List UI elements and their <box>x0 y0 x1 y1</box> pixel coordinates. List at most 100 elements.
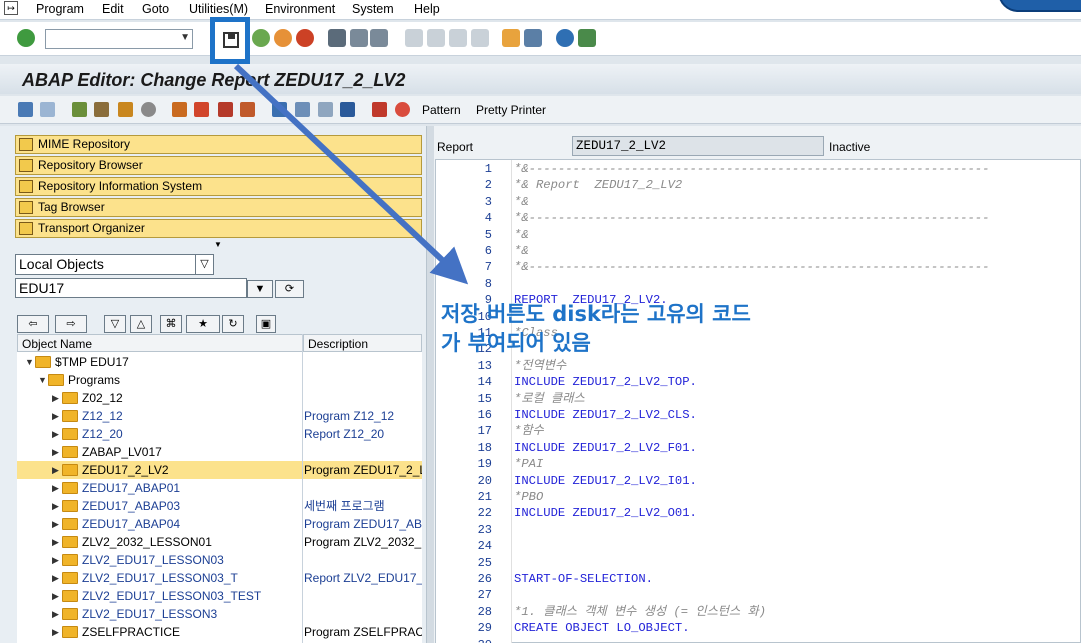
code-line[interactable]: *&--------------------------------------… <box>514 161 989 177</box>
chevron-right-icon[interactable]: ▶ <box>52 461 59 479</box>
chevron-right-icon[interactable]: ▶ <box>52 389 59 407</box>
next-page-icon[interactable] <box>449 29 467 47</box>
code-line[interactable]: INCLUDE ZEDU17_2_LV2_O01. <box>514 505 697 521</box>
object-name-input[interactable]: EDU17 <box>15 278 247 298</box>
chevron-down-icon[interactable]: ▼ <box>25 353 34 371</box>
chevron-right-icon[interactable]: ▶ <box>52 623 59 641</box>
tree-row[interactable]: ▶ ZEDU17_ABAP03 세번째 프로그램 <box>17 497 422 515</box>
where-used-icon[interactable] <box>194 102 209 117</box>
code-line[interactable]: INCLUDE ZEDU17_2_LV2_TOP. <box>514 374 697 390</box>
back-icon[interactable] <box>252 29 270 47</box>
last-page-icon[interactable] <box>471 29 489 47</box>
menu-help[interactable]: Help <box>414 2 440 16</box>
menu-system[interactable]: System <box>352 2 394 16</box>
tree-row[interactable]: ▶ ZABAP_LV017 <box>17 443 422 461</box>
dropdown-button[interactable]: ▼ <box>247 280 273 298</box>
chevron-down-icon[interactable]: ▼ <box>38 371 47 389</box>
chevron-right-icon[interactable]: ▶ <box>52 407 59 425</box>
menu-program[interactable]: Program <box>36 2 84 16</box>
layout-menu-icon[interactable] <box>578 29 596 47</box>
enter-icon[interactable] <box>17 29 35 47</box>
menu-goto[interactable]: Goto <box>142 2 169 16</box>
code-line[interactable]: *& <box>514 227 529 243</box>
chevron-right-icon[interactable]: ▶ <box>52 497 59 515</box>
chevron-right-icon[interactable]: ▶ <box>52 425 59 443</box>
menu-edit[interactable]: Edit <box>102 2 124 16</box>
nav-tag-browser[interactable]: Tag Browser <box>15 198 422 217</box>
find-icon[interactable] <box>350 29 368 47</box>
back-arrow-icon[interactable] <box>18 102 33 117</box>
first-page-icon[interactable] <box>405 29 423 47</box>
tree-row[interactable]: ▶ ZLV2_EDU17_LESSON03_TEST <box>17 587 422 605</box>
code-line[interactable]: *PBO <box>514 489 543 505</box>
code-line[interactable]: *1. 클래스 객체 변수 생성 (= 인스턴스 화) <box>514 604 766 620</box>
chevron-right-icon[interactable]: ▶ <box>52 605 59 623</box>
column-description[interactable]: Description <box>308 337 368 351</box>
save-button[interactable] <box>210 17 250 64</box>
column-object-name[interactable]: Object Name <box>22 337 92 351</box>
chevron-right-icon[interactable]: ▶ <box>52 569 59 587</box>
pretty-printer-button[interactable]: Pretty Printer <box>476 103 546 117</box>
code-line[interactable]: INCLUDE ZEDU17_2_LV2_I01. <box>514 473 697 489</box>
tree-row[interactable]: ▶ Z12_12 Program Z12_12 <box>17 407 422 425</box>
chevron-down-icon[interactable]: ▼ <box>180 32 190 43</box>
other-object-icon[interactable] <box>94 102 109 117</box>
display-icon[interactable]: ⟳ <box>275 280 304 298</box>
breakpoint-icon[interactable] <box>372 102 387 117</box>
object-type-select[interactable]: Local Objects ▽ <box>15 254 214 275</box>
code-line[interactable]: START-OF-SELECTION. <box>514 571 653 587</box>
enhance-icon[interactable] <box>272 102 287 117</box>
tree-row[interactable]: ▶ Z12_20 Report Z12_20 <box>17 425 422 443</box>
tree-row[interactable]: ▶ ZLV2_EDU17_LESSON03_T Report ZLV2_EDU17_… <box>17 569 422 587</box>
next-object-icon[interactable]: ⇨ <box>55 315 87 333</box>
expand-icon[interactable]: ▽ <box>104 315 126 333</box>
code-line[interactable]: *로컬 클래스 <box>514 391 585 407</box>
tree-row-selected[interactable]: ▶ ZEDU17_2_LV2 Program ZEDU17_2_LV <box>17 461 422 479</box>
check-icon[interactable] <box>118 102 133 117</box>
display-object-list-icon[interactable] <box>318 102 333 117</box>
code-line[interactable]: *& Report ZEDU17_2_LV2 <box>514 177 682 193</box>
find-next-icon[interactable] <box>370 29 388 47</box>
favorites-icon[interactable]: ★ <box>186 315 220 333</box>
navigation-window-icon[interactable] <box>240 102 255 117</box>
tree-row[interactable]: ▶ ZLV2_EDU17_LESSON3 <box>17 605 422 623</box>
hierarchy-icon[interactable]: ⌘ <box>160 315 182 333</box>
code-line[interactable]: *&--------------------------------------… <box>514 259 989 275</box>
chevron-right-icon[interactable]: ▶ <box>52 587 59 605</box>
tree-row[interactable]: ▶ ZSELFPRACTICE Program ZSELFPRACT <box>17 623 422 641</box>
collapse-icon[interactable]: ▼ <box>214 240 222 249</box>
chevron-right-icon[interactable]: ▶ <box>52 443 59 461</box>
activate-icon[interactable] <box>141 102 156 117</box>
menu-utilities[interactable]: Utilities(M) <box>189 2 248 16</box>
nav-repository-information-system[interactable]: Repository Information System <box>15 177 422 196</box>
menu-icon[interactable]: ↦ <box>4 1 18 15</box>
exit-icon[interactable] <box>274 29 292 47</box>
code-line[interactable]: CREATE OBJECT LO_OBJECT. <box>514 620 690 636</box>
print-icon[interactable] <box>328 29 346 47</box>
test-icon[interactable] <box>172 102 187 117</box>
tree-row[interactable]: ▶ Z02_12 <box>17 389 422 407</box>
code-line[interactable]: *전역변수 <box>514 358 566 374</box>
code-line[interactable]: *함수 <box>514 423 544 439</box>
nav-repository-browser[interactable]: Repository Browser <box>15 156 422 175</box>
code-editor[interactable]: 1 2 3 4 5 6 7 8 9 10 11 12 13 14 15 16 17 18 19 20 21 22 23 24 2… <box>435 159 1081 643</box>
tree-row[interactable]: ▶ ZEDU17_ABAP04 Program ZEDU17_ABA <box>17 515 422 533</box>
nav-mime-repository[interactable]: MIME Repository <box>15 135 422 154</box>
code-line[interactable]: INCLUDE ZEDU17_2_LV2_F01. <box>514 440 697 456</box>
chevron-right-icon[interactable]: ▶ <box>52 479 59 497</box>
chevron-right-icon[interactable]: ▶ <box>52 515 59 533</box>
pattern-button[interactable]: Pattern <box>422 103 461 117</box>
collapse-all-icon[interactable]: △ <box>130 315 152 333</box>
chevron-right-icon[interactable]: ▶ <box>52 551 59 569</box>
nav-transport-organizer[interactable]: Transport Organizer <box>15 219 422 238</box>
command-field[interactable]: ▼ <box>45 29 193 49</box>
tree-row[interactable]: ▼ Programs <box>17 371 422 389</box>
display-change-icon[interactable] <box>72 102 87 117</box>
code-line[interactable]: *PAI <box>514 456 543 472</box>
code-line[interactable]: *& <box>514 243 529 259</box>
previous-object-icon[interactable]: ⇦ <box>17 315 49 333</box>
shortcut-icon[interactable] <box>524 29 542 47</box>
panel-splitter[interactable] <box>426 126 434 643</box>
create-session-icon[interactable] <box>502 29 520 47</box>
menu-environment[interactable]: Environment <box>265 2 335 16</box>
